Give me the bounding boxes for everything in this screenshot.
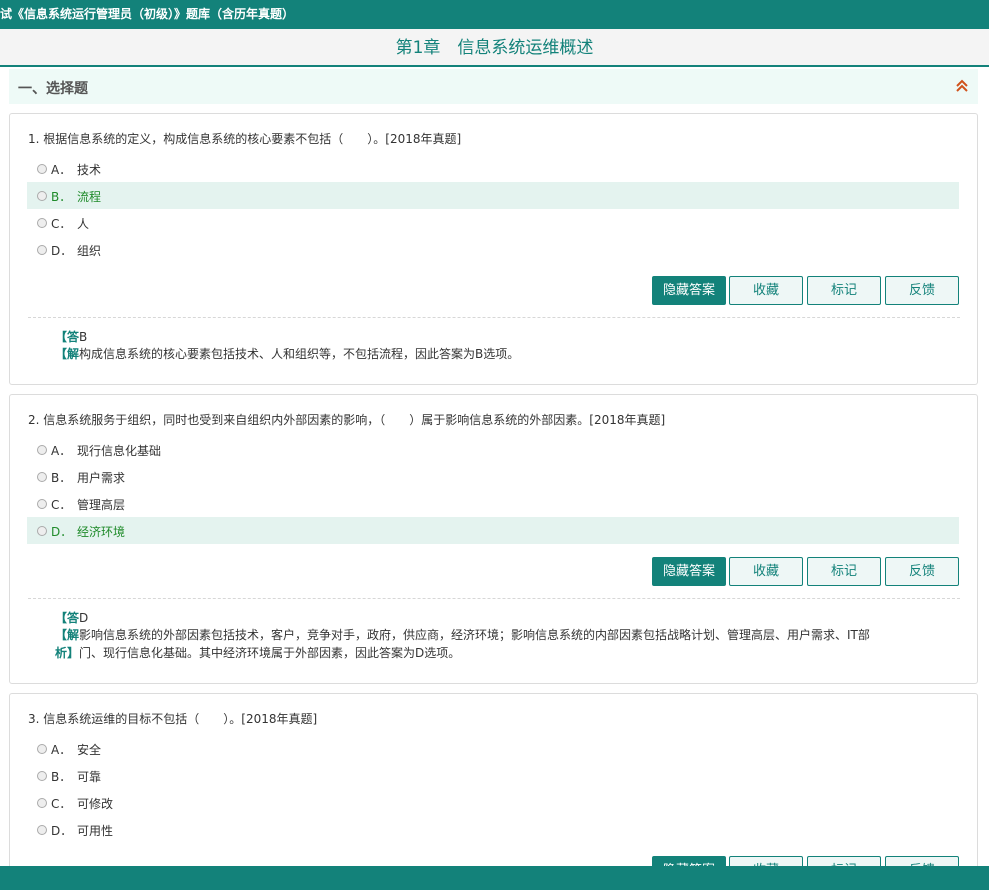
analysis-text: 构成信息系统的核心要素包括技术、人和组织等，不包括流程，因此答案为B选项。	[79, 347, 520, 361]
question-list[interactable]: 一、选择题 1. 根据信息系统的定义，构成信息系统的核心要素不包括（ ）。[20…	[0, 69, 989, 866]
option-c[interactable]: C． 人	[27, 209, 959, 236]
option-letter: A．	[51, 743, 72, 757]
book-title-bar: 试《信息系统运行管理员（初级）》题库（含历年真题）	[0, 0, 989, 29]
radio-icon[interactable]	[37, 218, 47, 228]
radio-icon[interactable]	[37, 771, 47, 781]
option-b[interactable]: B． 流程	[27, 182, 959, 209]
radio-icon[interactable]	[37, 472, 47, 482]
analysis-text-2: 门、现行信息化基础。其中经济环境属于外部因素，因此答案为D选项。	[79, 646, 461, 660]
question-card-1: 1. 根据信息系统的定义，构成信息系统的核心要素不包括（ ）。[2018年真题]…	[9, 113, 978, 385]
favorite-button[interactable]: 收藏	[729, 557, 803, 586]
section-title: 一、选择题	[18, 81, 88, 97]
book-title: 试《信息系统运行管理员（初级）》题库（含历年真题）	[0, 7, 295, 21]
option-d[interactable]: D． 可用性	[27, 816, 959, 843]
question-card-3: 3. 信息系统运维的目标不包括（ ）。[2018年真题] A． 安全 B． 可靠…	[9, 693, 978, 866]
radio-icon[interactable]	[37, 825, 47, 835]
option-b[interactable]: B． 用户需求	[27, 463, 959, 490]
bottom-bar	[0, 866, 989, 890]
chapter-header: 第1章 信息系统运维概述	[0, 29, 989, 67]
option-letter: C．	[51, 217, 72, 231]
answer-prefix: 【答	[55, 611, 80, 625]
option-text: 现行信息化基础	[77, 444, 162, 458]
analysis-prefix: 【解	[55, 347, 80, 361]
hide-answer-button[interactable]: 隐藏答案	[652, 856, 726, 866]
option-b[interactable]: B． 可靠	[27, 762, 959, 789]
question-card-2: 2. 信息系统服务于组织，同时也受到来自组织内外部因素的影响，（ ）属于影响信息…	[9, 394, 978, 684]
option-letter: B．	[51, 190, 72, 204]
mark-button[interactable]: 标记	[807, 276, 881, 305]
analysis-line: 【解构成信息系统的核心要素包括技术、人和组织等，不包括流程，因此答案为B选项。	[55, 345, 935, 363]
answer-line: 【答D	[55, 609, 935, 627]
radio-icon[interactable]	[37, 245, 47, 255]
option-a[interactable]: A． 安全	[27, 735, 959, 762]
radio-icon[interactable]	[37, 445, 47, 455]
radio-icon[interactable]	[37, 744, 47, 754]
radio-icon[interactable]	[37, 191, 47, 201]
answer-value: D	[79, 611, 89, 625]
radio-icon[interactable]	[37, 164, 47, 174]
option-letter: B．	[51, 471, 72, 485]
option-text: 技术	[77, 163, 102, 177]
favorite-button[interactable]: 收藏	[729, 276, 803, 305]
option-d[interactable]: D． 经济环境	[27, 517, 959, 544]
option-text: 管理高层	[77, 498, 126, 512]
mark-button[interactable]: 标记	[807, 557, 881, 586]
option-text: 人	[77, 217, 90, 231]
question-text: 3. 信息系统运维的目标不包括（ ）。[2018年真题]	[28, 712, 318, 726]
chapter-title: 第1章 信息系统运维概述	[395, 38, 594, 58]
option-text: 组织	[77, 244, 102, 258]
feedback-button[interactable]: 反馈	[885, 856, 959, 866]
option-c[interactable]: C． 可修改	[27, 789, 959, 816]
option-text: 可用性	[77, 824, 114, 838]
question-text: 1. 根据信息系统的定义，构成信息系统的核心要素不包括（ ）。[2018年真题]	[28, 132, 462, 146]
option-text: 可修改	[77, 797, 114, 811]
radio-icon[interactable]	[37, 499, 47, 509]
option-c[interactable]: C． 管理高层	[27, 490, 959, 517]
mark-button[interactable]: 标记	[807, 856, 881, 866]
option-text: 安全	[77, 743, 102, 757]
option-a[interactable]: A． 现行信息化基础	[27, 436, 959, 463]
option-text: 经济环境	[77, 525, 126, 539]
answer-divider	[28, 317, 960, 318]
question-text: 2. 信息系统服务于组织，同时也受到来自组织内外部因素的影响，（ ）属于影响信息…	[28, 413, 666, 427]
answer-prefix: 【答	[55, 330, 80, 344]
option-letter: C．	[51, 498, 72, 512]
radio-icon[interactable]	[37, 526, 47, 536]
favorite-button[interactable]: 收藏	[729, 856, 803, 866]
section-header[interactable]: 一、选择题	[9, 69, 978, 104]
option-letter: D．	[51, 525, 73, 539]
option-letter: A．	[51, 444, 72, 458]
option-text: 用户需求	[77, 471, 126, 485]
answer-value: B	[79, 330, 88, 344]
answer-divider	[28, 598, 960, 599]
feedback-button[interactable]: 反馈	[885, 557, 959, 586]
option-letter: B．	[51, 770, 72, 784]
hide-answer-button[interactable]: 隐藏答案	[652, 557, 726, 586]
answer-line: 【答B	[55, 328, 935, 346]
option-letter: C．	[51, 797, 72, 811]
option-letter: D．	[51, 824, 73, 838]
analysis-text: 影响信息系统的外部因素包括技术，客户，竞争对手，政府，供应商，经济环境；影响信息…	[79, 628, 870, 642]
analysis-line-2: 析】门、现行信息化基础。其中经济环境属于外部因素，因此答案为D选项。	[55, 644, 935, 662]
analysis-close: 析】	[55, 646, 80, 660]
double-chevron-up-icon[interactable]	[954, 78, 970, 94]
analysis-line: 【解影响信息系统的外部因素包括技术，客户，竞争对手，政府，供应商，经济环境；影响…	[55, 626, 935, 644]
hide-answer-button[interactable]: 隐藏答案	[652, 276, 726, 305]
option-a[interactable]: A． 技术	[27, 155, 959, 182]
radio-icon[interactable]	[37, 798, 47, 808]
feedback-button[interactable]: 反馈	[885, 276, 959, 305]
option-text: 流程	[77, 190, 102, 204]
analysis-prefix: 【解	[55, 628, 80, 642]
option-letter: A．	[51, 163, 72, 177]
option-d[interactable]: D． 组织	[27, 236, 959, 263]
option-text: 可靠	[77, 770, 102, 784]
option-letter: D．	[51, 244, 73, 258]
